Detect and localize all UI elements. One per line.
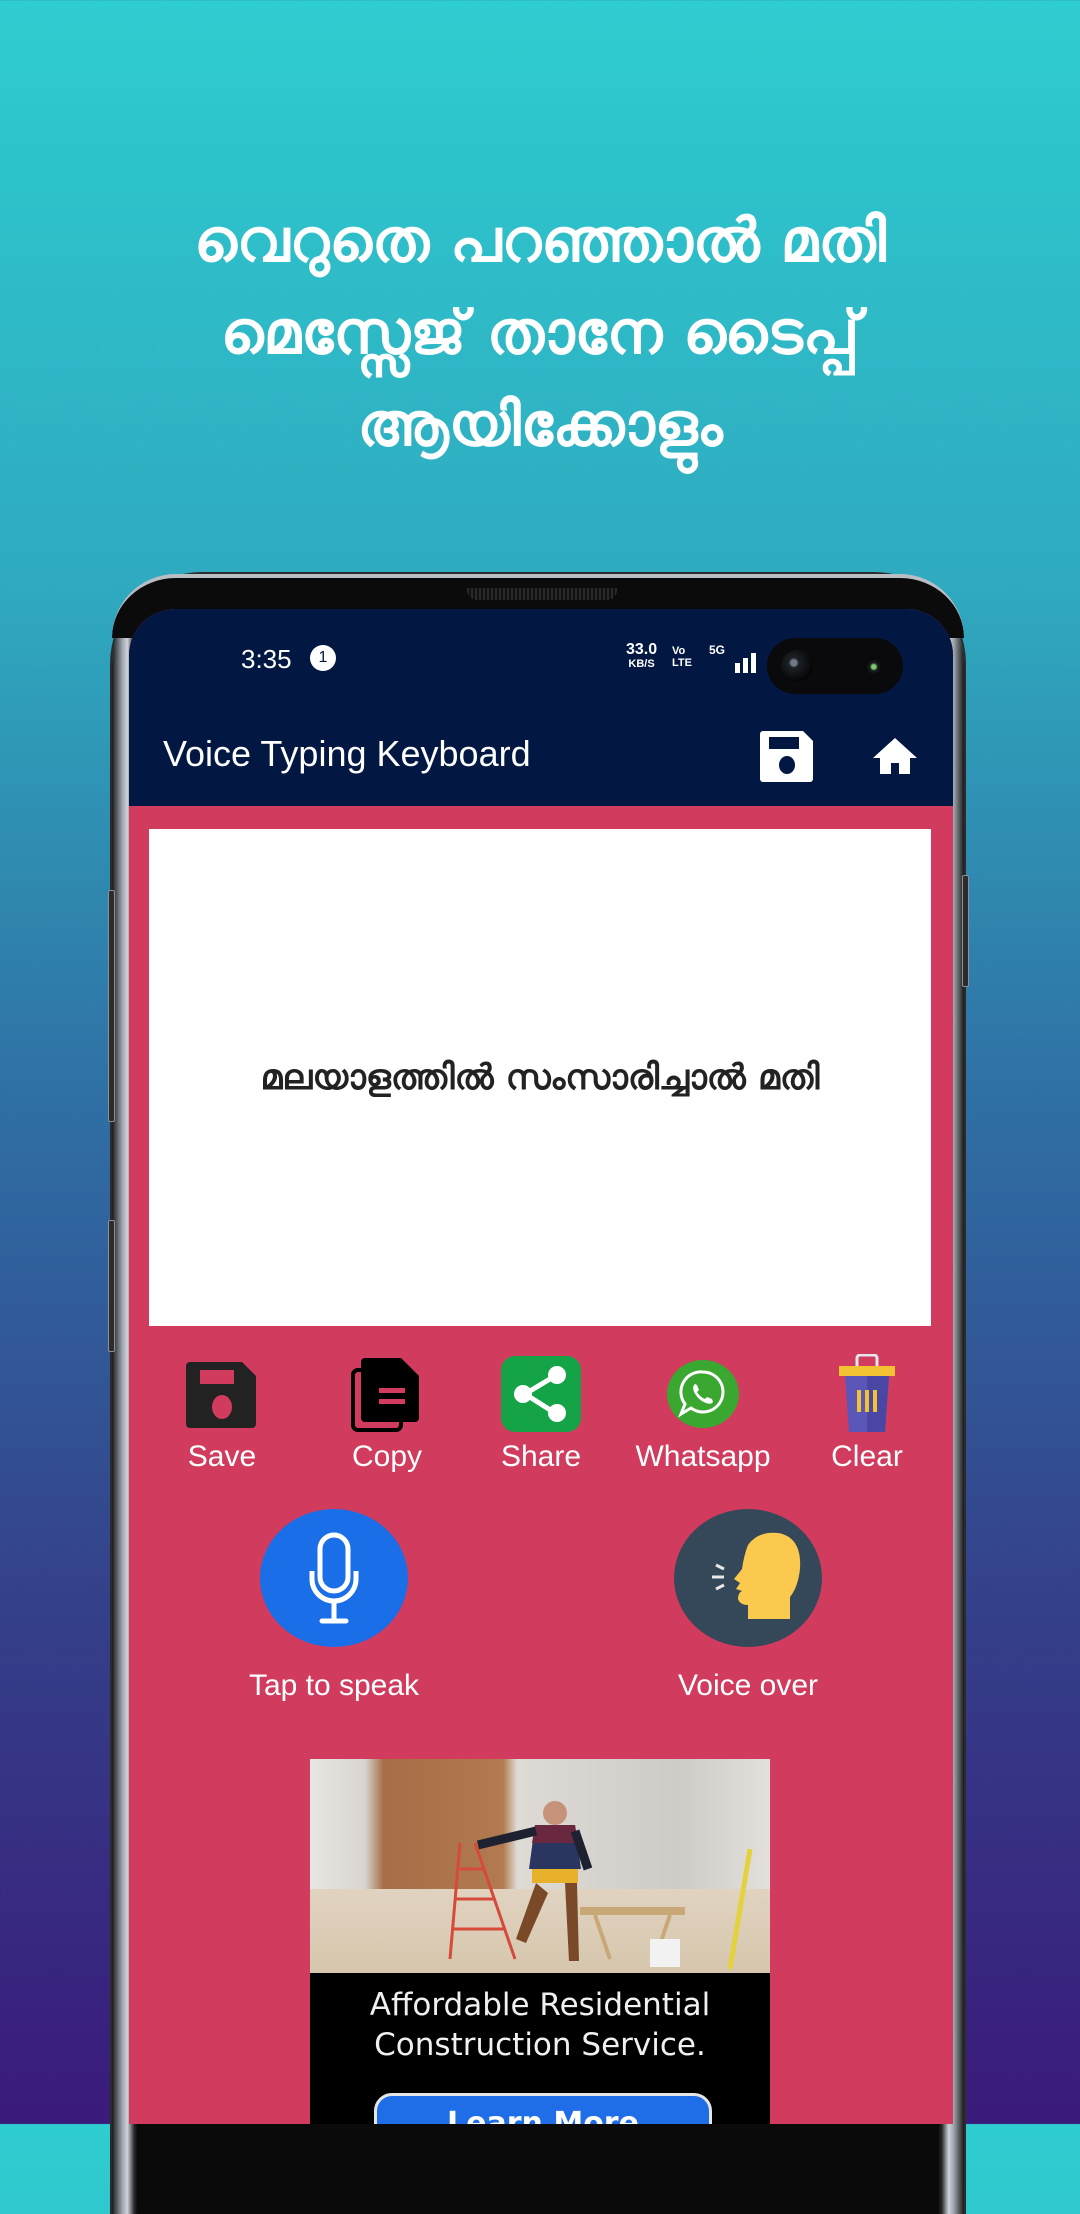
camera-cutout (767, 638, 903, 694)
voice-over-button[interactable]: Voice over (638, 1509, 858, 1703)
tap-to-speak-button[interactable]: Tap to speak (224, 1509, 444, 1703)
earpiece-speaker (467, 588, 617, 600)
floppy-disk-icon (760, 731, 813, 782)
tap-to-speak-label: Tap to speak (248, 1669, 420, 1702)
volte-top: Vo (672, 645, 686, 657)
copy-button[interactable]: Copy (312, 1354, 462, 1474)
volte-indicator: Vo LTE (672, 645, 692, 669)
whatsapp-label: Whatsapp (635, 1440, 771, 1473)
status-bar: 3:35 1 33.0 KB/S Vo LTE 5G (129, 609, 953, 699)
share-label: Share (500, 1440, 582, 1473)
network-speed: 33.0 KB/S (626, 641, 658, 671)
clear-button[interactable]: Clear (792, 1353, 942, 1474)
phone-side-button (108, 890, 115, 1122)
microphone-circle (260, 1509, 408, 1647)
action-toolbar: Save Copy Share Whatsapp Clear (129, 1353, 953, 1484)
phone-side-button (108, 1220, 115, 1352)
share-button[interactable]: Share (466, 1354, 616, 1474)
promo-line-1: വെറുതെ പറഞ്ഞാൽ മതി (193, 206, 887, 276)
status-time: 3:35 (241, 644, 292, 674)
speaking-head-icon (712, 1532, 801, 1619)
ad-image (310, 1759, 770, 1973)
network-speed-value: 33.0 (626, 641, 658, 658)
ad-headline: Affordable Residential Construction Serv… (310, 1985, 770, 2065)
network-speed-unit: KB/S (628, 658, 655, 670)
ad-headline-line-2: Construction Service. (374, 2027, 706, 2063)
copy-document-icon (351, 1358, 419, 1432)
save-button[interactable]: Save (147, 1354, 297, 1474)
voice-over-circle (674, 1509, 822, 1647)
clear-label: Clear (831, 1440, 903, 1473)
ad-image-figure (448, 1801, 753, 1970)
phone-screen: 3:35 1 33.0 KB/S Vo LTE 5G Voice Typing … (129, 609, 953, 2124)
save-label: Save (187, 1440, 257, 1473)
whatsapp-button[interactable]: Whatsapp (628, 1354, 778, 1474)
ad-banner[interactable]: Affordable Residential Construction Serv… (310, 1759, 770, 2124)
home-icon (873, 738, 917, 774)
share-icon (501, 1356, 581, 1432)
promo-headline: വെറുതെ പറഞ്ഞാൽ മതി മെസ്സേജ് താനേ ടൈപ്പ് … (0, 195, 1080, 471)
notification-badge: 1 (310, 645, 336, 671)
ad-learn-more-button[interactable]: Learn More (374, 2093, 712, 2124)
camera-lens (781, 650, 813, 682)
ad-headline-line-1: Affordable Residential (369, 1987, 711, 2023)
promo-line-2: മെസ്സേജ് താനേ ടൈപ്പ് (220, 298, 860, 368)
camera-sensor (865, 658, 881, 674)
speech-text: മലയാളത്തിൽ സംസാരിച്ചാൽ മതി (260, 1057, 820, 1098)
voice-over-label: Voice over (677, 1669, 819, 1702)
volte-bottom: LTE (672, 657, 692, 669)
whatsapp-icon (667, 1360, 739, 1428)
floppy-disk-icon (186, 1362, 256, 1428)
app-title: Voice Typing Keyboard (163, 733, 531, 774)
phone-side-button (962, 875, 969, 987)
promo-line-3: ആയിക്കോളും (357, 390, 723, 460)
copy-label: Copy (351, 1440, 423, 1473)
appbar-save-button[interactable] (759, 729, 815, 783)
microphone-icon (309, 1532, 359, 1624)
signal-icon (723, 649, 759, 673)
speech-text-area[interactable]: മലയാളത്തിൽ സംസാരിച്ചാൽ മതി (149, 829, 931, 1326)
appbar-home-button[interactable] (871, 736, 919, 776)
trash-can-icon (839, 1353, 895, 1432)
app-bar: Voice Typing Keyboard (129, 699, 953, 806)
